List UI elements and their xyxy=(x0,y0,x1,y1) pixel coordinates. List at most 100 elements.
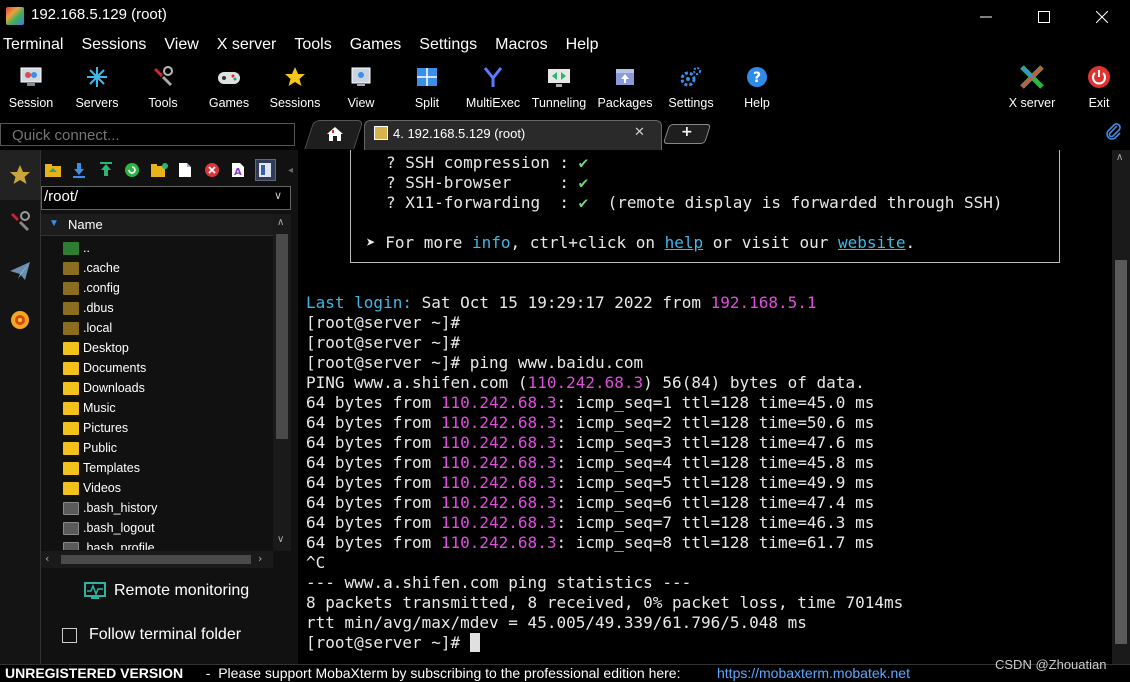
sftp-toolbar: A xyxy=(43,155,283,185)
stats-title-line: --- www.a.shifen.com ping statistics --- xyxy=(306,573,692,592)
maximize-icon xyxy=(1038,10,1050,23)
current-prompt-line: [root@server ~]# xyxy=(306,633,480,653)
sftp-horizontal-scrollbar[interactable]: ‹ › xyxy=(41,551,273,568)
menu-help[interactable]: Help xyxy=(566,36,599,58)
toolbar-view-button[interactable]: View xyxy=(327,62,395,112)
quick-connect-input[interactable] xyxy=(0,123,295,146)
scroll-up-icon: ∧ xyxy=(1116,152,1124,163)
macros-side-button[interactable] xyxy=(0,246,40,296)
toolbar-packages-button[interactable]: Packages xyxy=(591,62,659,112)
sftp-toolbar-overflow-icon[interactable]: ◂ xyxy=(288,165,293,176)
tab-close-button[interactable]: ✕ xyxy=(634,125,645,140)
rename-icon: A xyxy=(232,163,245,178)
scroll-right-icon: › xyxy=(258,552,263,565)
file-name: .bash_profile xyxy=(83,541,155,550)
rename-button[interactable]: A xyxy=(228,160,248,180)
delete-button[interactable] xyxy=(202,160,222,180)
toolbar-label: Exit xyxy=(1088,96,1110,110)
ping-header-line: PING www.a.shifen.com (110.242.68.3) 56(… xyxy=(306,373,865,392)
terminal-cursor xyxy=(469,633,480,652)
status-bar: UNREGISTERED VERSION - Please support Mo… xyxy=(0,664,1130,682)
toolbar-games-button[interactable]: Games xyxy=(195,62,263,112)
folder-icon xyxy=(63,441,79,455)
download-button[interactable] xyxy=(69,160,89,180)
file-list-item[interactable]: Videos xyxy=(41,478,273,498)
new-file-button[interactable] xyxy=(175,160,195,180)
file-list-item[interactable]: .bash_profile xyxy=(41,538,273,550)
sftp-scroll-thumb[interactable] xyxy=(276,234,288,439)
upload-button[interactable] xyxy=(96,160,116,180)
toolbar-multiexec-button[interactable]: MultiExec xyxy=(459,62,527,112)
scroll-up-icon: ∧ xyxy=(277,217,285,228)
folder-up-icon xyxy=(44,164,61,177)
file-list-item[interactable]: .config xyxy=(41,278,273,298)
file-list-item[interactable]: .bash_history xyxy=(41,498,273,518)
file-name: Templates xyxy=(83,461,140,475)
refresh-button[interactable] xyxy=(122,160,142,180)
new-folder-button[interactable] xyxy=(149,160,169,180)
file-list-item[interactable]: .bash_logout xyxy=(41,518,273,538)
menu-x-server[interactable]: X server xyxy=(217,36,277,58)
terminal-vertical-scrollbar[interactable]: ∧ xyxy=(1112,150,1130,664)
menu-view[interactable]: View xyxy=(164,36,198,58)
menu-settings[interactable]: Settings xyxy=(419,36,477,58)
ping-reply-line: 64 bytes from 110.242.68.3: icmp_seq=6 t… xyxy=(306,493,875,512)
folder-icon xyxy=(63,461,79,475)
parent-folder-button[interactable] xyxy=(43,160,63,180)
file-list-item[interactable]: Documents xyxy=(41,358,273,378)
toolbar-tools-button[interactable]: Tools xyxy=(129,62,197,112)
remote-monitoring-button[interactable]: Remote monitoring xyxy=(84,580,249,602)
toolbar-help-button[interactable]: ? Help xyxy=(723,62,791,112)
toggle-panel-button[interactable] xyxy=(254,159,277,181)
window-title: 192.168.5.129 (root) xyxy=(31,6,167,23)
file-list-item[interactable]: Public xyxy=(41,438,273,458)
sftp-hscroll-thumb[interactable] xyxy=(61,555,251,564)
sessions-star-button[interactable] xyxy=(0,150,40,200)
checkbox-box[interactable] xyxy=(62,627,77,643)
file-list-item[interactable]: Music xyxy=(41,398,273,418)
toolbar-label: MultiExec xyxy=(465,96,521,110)
sftp-side-button[interactable] xyxy=(0,295,40,345)
minimize-button[interactable] xyxy=(958,0,1014,33)
menu-tools[interactable]: Tools xyxy=(294,36,331,58)
mobaxterm-link[interactable]: https://mobaxterm.mobatek.net xyxy=(717,665,910,681)
close-window-button[interactable] xyxy=(1074,0,1130,33)
file-list-item[interactable]: Desktop xyxy=(41,338,273,358)
file-list-header[interactable]: ▼ Name xyxy=(41,214,273,236)
upload-icon xyxy=(99,162,112,176)
terminal-scroll-thumb[interactable] xyxy=(1115,260,1127,644)
toolbar-tunneling-button[interactable]: Tunneling xyxy=(525,62,593,112)
toolbar-sessions-button[interactable]: Sessions xyxy=(261,62,329,112)
file-list-item[interactable]: Downloads xyxy=(41,378,273,398)
sftp-path-input[interactable]: /root/ xyxy=(41,186,291,210)
menu-sessions[interactable]: Sessions xyxy=(81,36,146,58)
file-icon xyxy=(63,501,79,515)
paperclip-icon[interactable] xyxy=(1104,122,1122,144)
menu-games[interactable]: Games xyxy=(350,36,402,58)
chevron-down-icon[interactable]: ∨ xyxy=(274,189,282,202)
tools-side-button[interactable] xyxy=(0,197,40,247)
menu-terminal[interactable]: Terminal xyxy=(3,36,63,58)
tools-icon xyxy=(150,64,176,90)
toolbar-servers-button[interactable]: Servers xyxy=(63,62,131,112)
follow-terminal-checkbox[interactable]: Follow terminal folder xyxy=(62,625,241,645)
terminal-tab-label: 4. 192.168.5.129 (root) xyxy=(393,126,526,141)
file-list-item[interactable]: .cache xyxy=(41,258,273,278)
file-list-item[interactable]: Pictures xyxy=(41,418,273,438)
toolbar-session-button[interactable]: Session xyxy=(0,62,65,112)
menu-macros[interactable]: Macros xyxy=(495,36,547,58)
file-list-item[interactable]: .. xyxy=(41,238,273,258)
file-name: Downloads xyxy=(83,381,145,395)
multiexec-icon xyxy=(480,64,506,90)
file-name: .bash_logout xyxy=(83,521,155,535)
file-list-item[interactable]: .dbus xyxy=(41,298,273,318)
paper-plane-icon xyxy=(10,262,30,280)
maximize-button[interactable] xyxy=(1016,0,1072,33)
toolbar-settings-button[interactable]: Settings xyxy=(657,62,725,112)
file-list-item[interactable]: Templates xyxy=(41,458,273,478)
sftp-vertical-scrollbar[interactable]: ∧ ∨ xyxy=(273,214,291,551)
toolbar-split-button[interactable]: Split xyxy=(393,62,461,112)
file-list-item[interactable]: .local xyxy=(41,318,273,338)
toolbar-exit-button[interactable]: Exit xyxy=(1065,62,1130,112)
toolbar-x-server-button[interactable]: X server xyxy=(998,62,1066,112)
